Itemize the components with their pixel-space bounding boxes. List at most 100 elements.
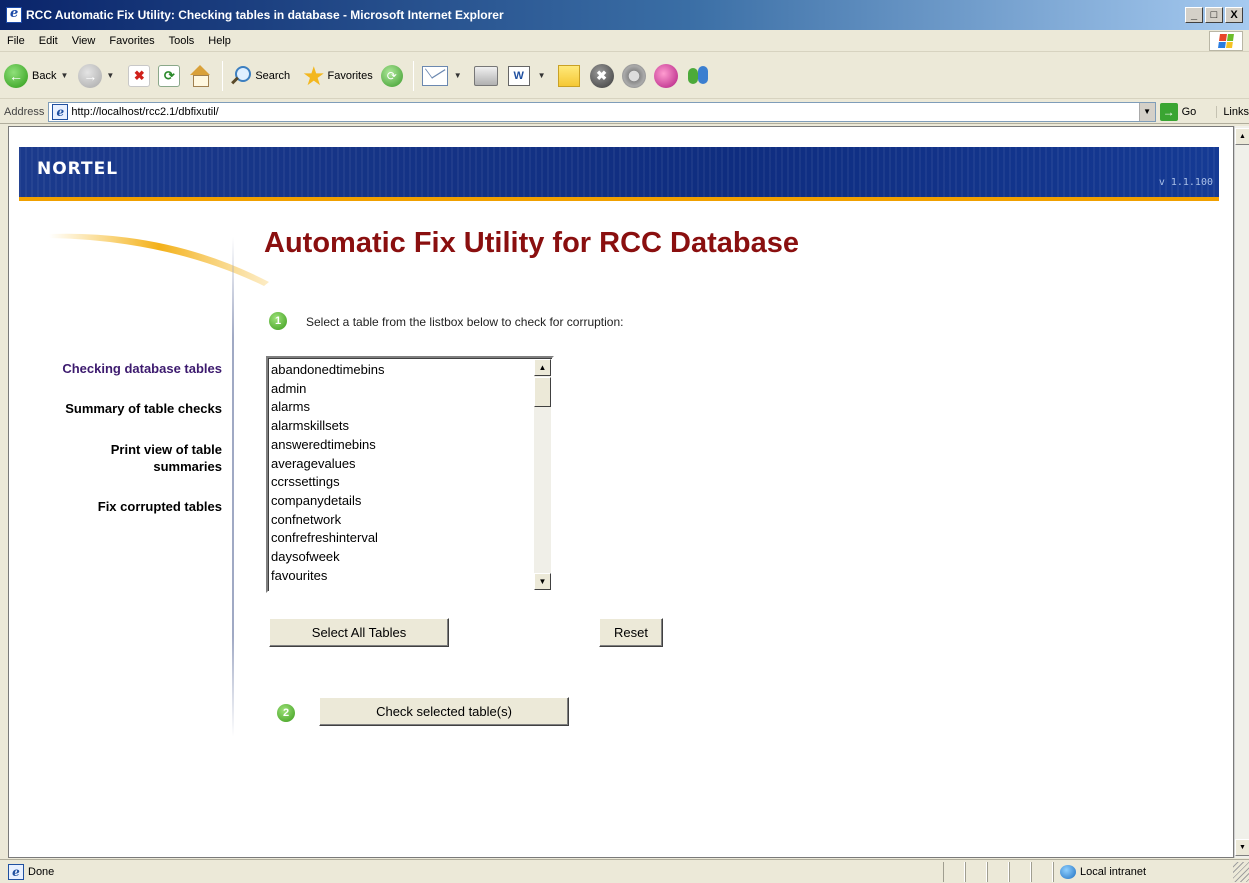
toolbar-separator [412,60,414,91]
table-option[interactable]: daysofweek [271,548,535,567]
home-icon[interactable] [188,64,212,87]
refresh-icon[interactable]: ⟳ [158,64,181,87]
table-option[interactable]: admin [271,380,535,399]
globe-icon [1060,865,1076,879]
table-option[interactable]: alarmskillsets [271,417,535,436]
status-pane [965,862,987,882]
address-bar: Address e http://localhost/rcc2.1/dbfixu… [0,100,1249,124]
page-content: NORTEL v 1.1.100 Automatic Fix Utility f… [8,126,1234,858]
table-option[interactable]: confnetwork [271,511,535,530]
back-label: Back [32,69,57,82]
menu-tools[interactable]: Tools [162,35,202,47]
gear-icon[interactable] [621,63,646,88]
select-all-tables-button[interactable]: Select All Tables [269,618,449,647]
step-1-badge: 1 [269,312,287,330]
listbox-scrollbar[interactable]: ▲ ▼ [534,359,551,590]
menu-bar: File Edit View Favorites Tools Help [0,30,1249,52]
chevron-down-icon[interactable]: ▼ [1138,102,1155,121]
scroll-down-icon[interactable]: ▼ [534,573,551,590]
table-option[interactable]: companydetails [271,492,535,511]
table-option[interactable]: averagevalues [271,455,535,474]
nortel-logo: NORTEL [37,159,119,179]
status-text: Done [28,865,55,878]
nav-divider [232,237,234,737]
star-icon: ★ [302,60,326,91]
history-icon[interactable]: ⟳ [380,64,403,87]
links-button[interactable]: Links [1216,105,1249,118]
table-listbox[interactable]: abandonedtimebins admin alarms alarmskillse… [266,356,554,593]
table-option[interactable]: answeredtimebins [271,436,535,455]
forward-arrow-icon: → [78,63,103,88]
back-arrow-icon: ← [4,63,28,88]
status-pane [943,862,965,882]
forward-button[interactable]: → ▼ [78,59,120,93]
page-scrollbar[interactable]: ▲ ▼ [1234,126,1249,858]
messenger-icon[interactable] [653,63,678,88]
favorites-label: Favorites [327,69,373,82]
scroll-down-icon[interactable]: ▼ [1235,839,1249,856]
search-icon [229,65,252,87]
menu-favorites[interactable]: Favorites [102,35,161,47]
table-option[interactable]: alarms [271,398,535,417]
nav-fix-corrupted-tables[interactable]: Fix corrupted tables [9,499,222,514]
chevron-down-icon[interactable]: ▼ [106,71,114,80]
swoosh-decoration [49,233,269,286]
window-title: RCC Automatic Fix Utility: Checking tabl… [26,8,504,22]
table-option[interactable]: favourites [271,567,535,586]
nortel-banner: NORTEL v 1.1.100 [19,147,1219,197]
chevron-down-icon[interactable]: ▼ [60,71,68,80]
table-option[interactable]: abandonedtimebins [271,361,535,380]
status-bar: e Done Local intranet [0,859,1249,883]
status-pane [1031,862,1053,882]
reset-button[interactable]: Reset [599,618,663,647]
chevron-down-icon[interactable]: ▼ [538,71,546,80]
listbox-scroll-thumb[interactable] [534,377,551,407]
security-zone[interactable]: Local intranet [1053,862,1233,882]
back-button[interactable]: ← Back ▼ [4,59,74,93]
table-option[interactable]: ccrssettings [271,473,535,492]
note-icon[interactable] [557,64,580,87]
page-status-icon: e [8,863,24,880]
mail-icon[interactable] [421,65,448,86]
address-field[interactable]: e http://localhost/rcc2.1/dbfixutil/ ▼ [48,101,1156,122]
banner-stripe [19,197,1219,201]
chevron-down-icon[interactable]: ▼ [454,71,462,80]
go-button[interactable]: → Go [1159,102,1197,121]
toolbar-separator [222,60,224,91]
go-label: Go [1181,105,1197,118]
favorites-button[interactable]: ★ Favorites [302,59,373,93]
ie-icon [6,6,22,23]
page-favicon-icon: e [52,103,69,120]
menu-file[interactable]: File [0,35,32,47]
status-pane [1009,862,1031,882]
maximize-button[interactable]: □ [1205,7,1223,23]
zone-label: Local intranet [1080,866,1147,878]
scroll-up-icon[interactable]: ▲ [534,359,551,376]
version-label: v 1.1.100 [1158,177,1213,188]
step-2-badge: 2 [277,704,295,722]
check-selected-tables-button[interactable]: Check selected table(s) [319,697,569,726]
nav-checking-database-tables[interactable]: Checking database tables [9,361,222,376]
window-title-bar[interactable]: RCC Automatic Fix Utility: Checking tabl… [0,0,1249,30]
stop-icon[interactable]: ✖ [128,64,151,87]
nav-summary-of-table-checks[interactable]: Summary of table checks [9,401,222,416]
address-url[interactable]: http://localhost/rcc2.1/dbfixutil/ [71,106,218,118]
minimize-button[interactable]: _ [1185,7,1203,23]
menu-view[interactable]: View [65,35,103,47]
resize-grip[interactable] [1233,862,1249,882]
search-button[interactable]: Search [229,59,290,93]
nav-print-view-of-table-summaries[interactable]: Print view of table summaries [69,441,222,475]
step-1-instruction: Select a table from the listbox below to… [306,315,624,329]
print-icon[interactable] [473,65,498,86]
close-button[interactable]: X [1225,7,1243,23]
table-option[interactable]: confrefreshinterval [271,529,535,548]
menu-help[interactable]: Help [201,35,238,47]
people-icon[interactable] [686,64,712,88]
menu-edit[interactable]: Edit [32,35,65,47]
windows-logo-icon [1209,31,1243,51]
scroll-up-icon[interactable]: ▲ [1235,128,1249,145]
search-label: Search [255,69,291,82]
toolbar: ← Back ▼ → ▼ ✖ ⟳ Search ★ Favorites ⟳ ▼ … [0,53,1249,99]
edit-icon[interactable]: W [507,65,530,86]
discuss-icon[interactable]: ✖ [589,63,614,88]
